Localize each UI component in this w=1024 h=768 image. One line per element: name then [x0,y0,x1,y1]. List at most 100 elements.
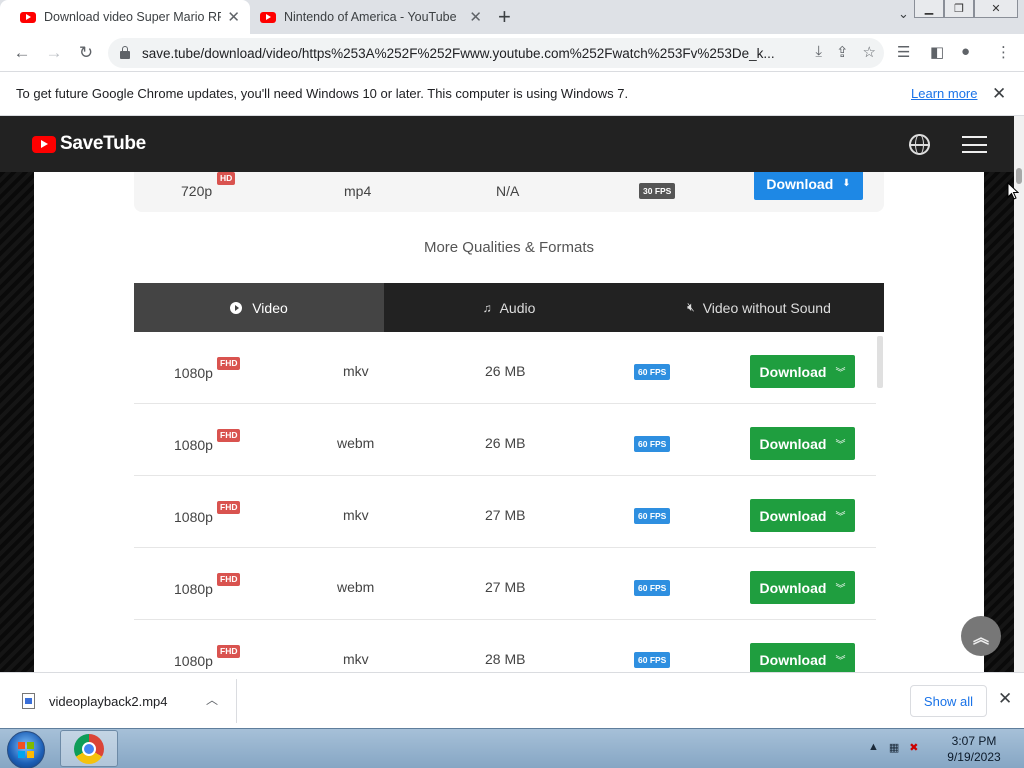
table-row: 1080p FHD mkv 26 MB 60 FPS Download ︾ [134,332,876,404]
download-button[interactable]: Download ︾ [750,643,855,672]
savetube-logo[interactable]: SaveTube [32,133,146,155]
browser-toolbar: ← → ↻ save.tube/download/video/https%253… [0,34,1024,72]
learn-more-link[interactable]: Learn more [911,86,977,101]
reading-list-icon[interactable]: ☰ [897,43,910,61]
volume-muted-icon[interactable]: ✖ [909,741,918,754]
fps-badge: 60 FPS [634,508,671,524]
back-arrow-icon[interactable]: ← [10,41,34,65]
fps-badge: 60 FPS [634,580,671,596]
forward-arrow-icon[interactable]: → [42,41,66,65]
table-scrollbar[interactable] [877,336,883,388]
profile-avatar-icon[interactable]: ● [961,43,970,60]
fps-badge: 30 FPS [639,183,676,199]
infobar-close-icon[interactable]: ✕ [992,84,1006,104]
fps-badge: 60 FPS [634,436,671,452]
share-icon[interactable]: ⇪ [836,43,849,61]
download-button-label: Download [759,507,827,524]
window-close-button[interactable]: ✕ [974,0,1018,18]
size-label: 28 MB [485,651,526,667]
size-label: 27 MB [485,579,526,595]
download-shelf: videoplayback2.mp4 ︿ Show all ✕ [0,672,1024,728]
quality-label: 1080p [174,365,213,381]
mute-speaker-icon: 🔇︎ [687,300,695,314]
page-viewport: SaveTube 720p HD mp4 N/A 30 FPS Download… [0,116,1024,672]
fhd-badge: FHD [217,573,241,586]
download-button[interactable]: Download ︾ [750,499,855,532]
windows-taskbar: ▲ ▦ ✖ 3:07 PM 9/19/2023 [0,728,1024,768]
new-tab-button[interactable]: + [498,4,511,30]
quality-label: 1080p [174,653,213,669]
tab-search-chevron-icon[interactable]: ⌄ [898,6,909,22]
format-label: webm [337,579,375,595]
bookmark-star-icon[interactable]: ☆ [863,43,876,61]
page-background-left [0,172,34,672]
tab-title: Nintendo of America - YouTube [284,10,457,24]
download-button-label: Download [759,651,827,668]
format-label: mkv [343,651,369,667]
tab-nintendo[interactable]: Nintendo of America - YouTube ✕ [240,0,492,34]
start-button[interactable] [7,731,45,768]
tab-savetube[interactable]: Download video Super Mario RPG ✕ [0,0,250,34]
show-hidden-icons-icon[interactable]: ▲ [868,741,879,754]
url-text[interactable]: save.tube/download/video/https%253A%252F… [142,46,782,61]
size-label: N/A [496,183,520,199]
more-qualities-heading: More Qualities & Formats [423,239,595,256]
table-row: 1080p FHD webm 26 MB 60 FPS Download ︾ [134,404,876,476]
tab-label: Video without Sound [702,299,831,316]
network-icon[interactable]: ▦ [889,741,899,754]
tab-video-without-sound[interactable]: 🔇︎ Video without Sound [634,283,884,332]
download-button[interactable]: Download ︾ [750,427,855,460]
restore-button[interactable]: ❐ [944,0,974,18]
language-globe-icon[interactable] [909,134,930,155]
window-controls: ▁ ❐ ✕ [914,0,1018,18]
size-label: 26 MB [485,435,526,451]
tab-close-icon[interactable]: ✕ [221,8,240,26]
browser-tab-strip: Download video Super Mario RPG ✕ Nintend… [0,0,1024,34]
install-download-icon[interactable]: ⤓ [815,43,822,61]
chevron-up-icon[interactable]: ︿ [206,691,218,708]
update-infobar: To get future Google Chrome updates, you… [0,72,1024,116]
scroll-to-top-button[interactable]: ︽ [961,616,1001,656]
clock-time: 3:07 PM [951,734,997,748]
site-header: SaveTube [0,116,1014,172]
chrome-menu-icon[interactable]: ⋮ [996,43,1011,61]
address-bar[interactable]: save.tube/download/video/https%253A%252F… [108,38,884,68]
tab-close-icon[interactable]: ✕ [463,8,482,26]
system-clock[interactable]: 3:07 PM 9/19/2023 [935,733,1013,765]
main-content: 720p HD mp4 N/A 30 FPS Download ⬇ More Q… [34,162,984,672]
quality-label: 1080p [174,581,213,597]
format-label: mkv [343,363,369,379]
format-table: 1080p FHD mkv 26 MB 60 FPS Download ︾ 1080p FHD w… [134,332,884,672]
quality-label: 720p [181,183,213,199]
reload-icon[interactable]: ↻ [74,41,98,65]
tab-label: Audio [499,299,536,316]
hamburger-menu-icon[interactable] [962,136,987,153]
youtube-favicon-icon [260,11,276,23]
tab-audio[interactable]: ♫ Audio [384,283,634,332]
download-button-label: Download [759,363,827,380]
music-note-icon: ♫ [482,300,492,315]
minimize-button[interactable]: ▁ [914,0,944,18]
show-all-button[interactable]: Show all [910,685,987,717]
download-button-label: Download [766,175,834,192]
format-label: webm [337,435,375,451]
download-button-label: Download [759,579,827,596]
table-row: 1080p FHD mkv 27 MB 60 FPS Download ︾ [134,476,876,548]
taskbar-chrome-button[interactable] [60,730,118,767]
format-label: mp4 [344,183,372,199]
download-button[interactable]: Download ︾ [750,571,855,604]
download-button[interactable]: Download ︾ [750,355,855,388]
clock-date: 9/19/2023 [947,750,1001,764]
chevron-double-down-icon: ︾ [835,584,846,595]
infobar-message: To get future Google Chrome updates, you… [16,86,629,101]
size-label: 27 MB [485,507,526,523]
shelf-divider [236,679,237,723]
format-label: mkv [343,507,369,523]
download-item-name[interactable]: videoplayback2.mp4 [49,694,168,709]
fps-badge: 60 FPS [634,364,671,380]
fhd-badge: FHD [217,501,241,514]
tab-video[interactable]: Video [134,283,384,332]
side-panel-icon[interactable]: ◧ [930,43,944,61]
shelf-close-icon[interactable]: ✕ [998,689,1012,709]
chevron-double-down-icon: ︾ [835,440,846,451]
